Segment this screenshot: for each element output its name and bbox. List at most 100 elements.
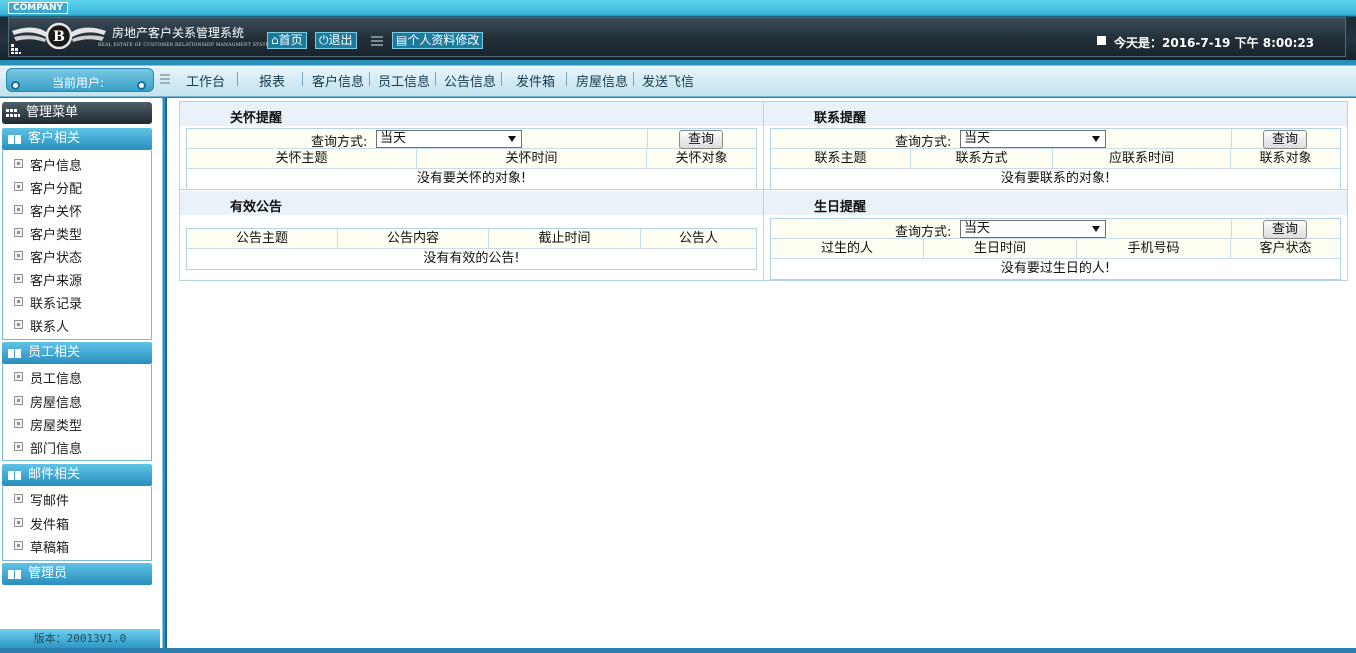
contact-query-button[interactable]: 查询 bbox=[1263, 130, 1307, 149]
section-mail[interactable]: 邮件相关 bbox=[2, 464, 152, 486]
section-body bbox=[2, 486, 152, 561]
nav-separator bbox=[501, 72, 502, 86]
menu-title-label: 管理菜单 bbox=[26, 105, 79, 120]
current-user-label: 当前用户: bbox=[52, 76, 105, 90]
grid-icon bbox=[6, 109, 20, 117]
bullet-icon bbox=[14, 419, 23, 428]
column-header: 公告内容 bbox=[338, 229, 489, 249]
menu-item-label: 客户状态 bbox=[30, 251, 83, 266]
nav-item-notice-info[interactable]: 公告信息 bbox=[444, 71, 496, 90]
care-query-button[interactable]: 查询 bbox=[679, 130, 723, 149]
notice-header-row: 公告主题 公告内容 截止时间 公告人 bbox=[187, 229, 756, 249]
contact-query-label: 查询方式: bbox=[895, 135, 952, 150]
contact-query-select[interactable]: 当天 bbox=[960, 130, 1106, 148]
menu-item-label: 房屋信息 bbox=[30, 396, 83, 411]
book-icon bbox=[8, 349, 21, 358]
knob-icon bbox=[11, 81, 20, 90]
home-button[interactable]: ⌂首页 bbox=[267, 32, 307, 49]
column-header: 截止时间 bbox=[489, 229, 641, 249]
grid-dots-icon bbox=[11, 44, 21, 54]
version-label: 版本：20013V1.0 bbox=[0, 629, 160, 648]
nav-separator bbox=[633, 72, 634, 86]
section-admin[interactable]: 管理员 bbox=[2, 563, 152, 585]
birthday-query-value: 当天 bbox=[964, 221, 991, 236]
menu-item-label: 联系记录 bbox=[30, 297, 83, 312]
nav-item-workbench[interactable]: 工作台 bbox=[186, 71, 225, 90]
care-panel-header: 关怀提醒 bbox=[180, 102, 763, 126]
column-header: 公告人 bbox=[678, 231, 718, 246]
bullet-icon bbox=[14, 518, 23, 527]
care-query-select[interactable]: 当天 bbox=[376, 130, 522, 148]
home-label: 首页 bbox=[278, 33, 303, 47]
menu-item-label: 联系人 bbox=[30, 320, 70, 335]
notice-panel-title: 有效公告 bbox=[230, 200, 283, 215]
logout-button[interactable]: ⏻退出 bbox=[315, 32, 357, 49]
power-icon: ⏻ bbox=[319, 33, 329, 47]
column-header: 关怀主题 bbox=[187, 149, 417, 169]
nav-item-report[interactable]: 报表 bbox=[259, 71, 285, 90]
menu-item-label: 客户关怀 bbox=[30, 205, 83, 220]
birthday-header-row: 过生的人 生日时间 手机号码 客户状态 bbox=[771, 239, 1340, 259]
profile-edit-label: 个人资料修改 bbox=[407, 33, 480, 47]
grip-icon bbox=[160, 74, 170, 84]
birthday-query-select[interactable]: 当天 bbox=[960, 220, 1106, 238]
nav-item-outbox[interactable]: 发件箱 bbox=[516, 71, 555, 90]
menu-title: 管理菜单 bbox=[2, 102, 152, 124]
system-title: 房地产客户关系管理系统 bbox=[112, 26, 245, 40]
nav-item-send-fetion[interactable]: 发送飞信 bbox=[642, 71, 694, 90]
nav-item-staff-info[interactable]: 员工信息 bbox=[378, 71, 430, 90]
menu-item-label: 写邮件 bbox=[30, 494, 70, 509]
care-query-label: 查询方式: bbox=[311, 135, 368, 150]
menu-item-label: 客户分配 bbox=[30, 182, 83, 197]
notice-panel-header: 有效公告 bbox=[180, 191, 763, 215]
book-icon bbox=[8, 135, 21, 144]
cell-divider bbox=[1231, 219, 1232, 239]
care-query-value: 当天 bbox=[380, 131, 407, 146]
section-staff[interactable]: 员工相关 bbox=[2, 342, 152, 364]
current-date: 今天是：2016-7-19 下午 8:00:23 bbox=[1114, 36, 1315, 50]
nav-item-customer-info[interactable]: 客户信息 bbox=[312, 71, 364, 90]
section-label: 管理员 bbox=[28, 566, 68, 581]
column-header: 客户状态 bbox=[1259, 241, 1312, 256]
knob-icon bbox=[137, 81, 146, 90]
document-icon: ▤ bbox=[396, 33, 408, 47]
contact-table: 查询方式: 当天 查询 联系主题 联系方式 应联系时间 联系对象 没有要联系的对… bbox=[770, 128, 1341, 190]
care-header-row: 关怀主题 关怀时间 关怀对象 bbox=[187, 149, 756, 169]
bullet-icon bbox=[14, 274, 23, 283]
book-icon bbox=[8, 570, 21, 579]
birthday-query-label: 查询方式: bbox=[895, 225, 952, 240]
nav-separator bbox=[237, 72, 238, 86]
column-header: 手机号码 bbox=[1077, 239, 1231, 259]
section-customer[interactable]: 客户相关 bbox=[2, 128, 152, 150]
bullet-icon bbox=[14, 541, 23, 550]
section-label: 客户相关 bbox=[28, 131, 81, 146]
menu-item-label: 房屋类型 bbox=[30, 419, 83, 434]
nav-item-house-info[interactable]: 房屋信息 bbox=[576, 71, 628, 90]
cell-divider bbox=[1231, 129, 1232, 149]
bullet-icon bbox=[14, 494, 23, 503]
dropdown-arrow-icon bbox=[508, 136, 516, 142]
nav-separator bbox=[369, 72, 370, 86]
column-header: 应联系时间 bbox=[1053, 149, 1231, 169]
contact-empty-message: 没有要联系的对象! bbox=[771, 169, 1340, 189]
sidebar-divider bbox=[160, 98, 167, 653]
section-label: 员工相关 bbox=[28, 345, 81, 360]
profile-edit-button[interactable]: ▤个人资料修改 bbox=[392, 32, 484, 49]
nav-separator bbox=[302, 72, 303, 86]
svg-text:B: B bbox=[53, 29, 65, 45]
birthday-panel-title: 生日提醒 bbox=[814, 200, 867, 215]
bullet-icon bbox=[14, 442, 23, 451]
menu-item-label: 发件箱 bbox=[30, 518, 70, 533]
winged-logo-icon: B bbox=[12, 22, 106, 50]
column-header: 过生的人 bbox=[771, 239, 924, 259]
birthday-query-button[interactable]: 查询 bbox=[1263, 220, 1307, 239]
contact-query-row: 查询方式: 当天 查询 bbox=[771, 129, 1340, 150]
column-header: 联系方式 bbox=[911, 149, 1053, 169]
bullet-icon bbox=[14, 228, 23, 237]
care-table: 查询方式: 当天 查询 关怀主题 关怀时间 关怀对象 没有要关怀的对象! bbox=[186, 128, 757, 190]
column-header: 关怀时间 bbox=[417, 149, 647, 169]
menu-item-label: 客户来源 bbox=[30, 274, 83, 289]
care-query-row: 查询方式: 当天 查询 bbox=[187, 129, 756, 150]
bullet-icon bbox=[14, 182, 23, 191]
notice-empty-message: 没有有效的公告! bbox=[187, 249, 756, 269]
